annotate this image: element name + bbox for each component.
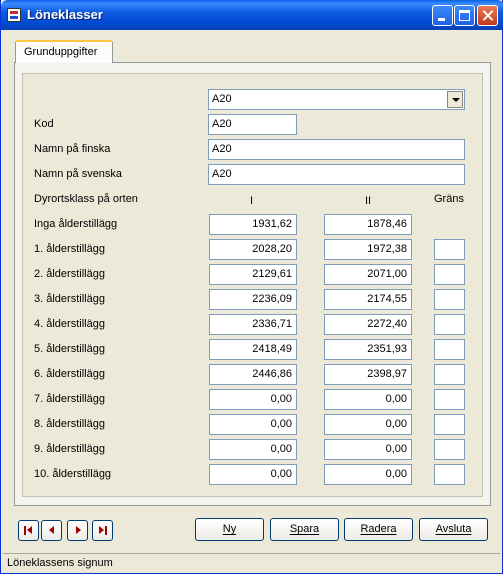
grans-input[interactable] — [434, 439, 465, 460]
class-i-input[interactable]: 1931,62 — [209, 214, 297, 235]
status-bar: Löneklassens signum — [3, 553, 500, 571]
class-selector[interactable]: A20 — [208, 89, 465, 110]
maximize-button[interactable] — [454, 5, 475, 26]
new-button-label: Ny — [222, 523, 237, 535]
column-grans-header: Gräns — [434, 193, 464, 205]
class-ii-input[interactable]: 2071,00 — [324, 264, 412, 285]
class-ii-input[interactable]: 0,00 — [324, 414, 412, 435]
class-ii-input[interactable]: 2351,93 — [324, 339, 412, 360]
minimize-button[interactable] — [432, 5, 453, 26]
grans-input[interactable] — [434, 239, 465, 260]
class-i-input[interactable]: 0,00 — [209, 414, 297, 435]
close-button[interactable] — [477, 5, 498, 26]
row-label: 6. ålderstillägg — [34, 368, 105, 380]
window-title: Löneklasser — [27, 7, 103, 22]
row-label: 10. ålderstillägg — [34, 468, 112, 480]
row-label: 4. ålderstillägg — [34, 318, 105, 330]
grans-input[interactable] — [434, 314, 465, 335]
class-ii-input[interactable]: 0,00 — [324, 464, 412, 485]
name-finnish-label: Namn på finska — [34, 143, 111, 155]
name-finnish-input[interactable]: A20 — [208, 139, 465, 160]
app-icon[interactable] — [7, 8, 21, 22]
class-ii-input[interactable]: 0,00 — [324, 389, 412, 410]
grid-header-label: Dyrortsklass på orten — [34, 193, 138, 205]
row-label: 2. ålderstillägg — [34, 268, 105, 280]
class-ii-input[interactable]: 1878,46 — [324, 214, 412, 235]
kod-label: Kod — [34, 118, 54, 130]
exit-button-label: Avsluta — [435, 523, 472, 535]
class-ii-input[interactable]: 2272,40 — [324, 314, 412, 335]
row-label: 1. ålderstillägg — [34, 243, 105, 255]
delete-button-label: Radera — [360, 523, 397, 535]
class-i-input[interactable]: 2336,71 — [209, 314, 297, 335]
grans-input[interactable] — [434, 339, 465, 360]
tab-label: Grunduppgifter — [24, 46, 98, 58]
row-label: 3. ålderstillägg — [34, 293, 105, 305]
last-record-button[interactable] — [92, 520, 113, 541]
class-i-input[interactable]: 0,00 — [209, 389, 297, 410]
status-text: Löneklassens signum — [7, 557, 113, 569]
class-ii-input[interactable]: 2398,97 — [324, 364, 412, 385]
class-ii-input[interactable]: 2174,55 — [324, 289, 412, 310]
row-label: 7. ålderstillägg — [34, 393, 105, 405]
delete-button[interactable]: Radera — [344, 518, 413, 541]
class-i-input[interactable]: 2028,20 — [209, 239, 297, 260]
name-swedish-input[interactable]: A20 — [208, 164, 465, 185]
class-selector-value: A20 — [212, 93, 232, 105]
class-i-input[interactable]: 0,00 — [209, 439, 297, 460]
class-i-input[interactable]: 2236,09 — [209, 289, 297, 310]
name-swedish-label: Namn på svenska — [34, 168, 123, 180]
grans-input[interactable] — [434, 464, 465, 485]
grans-input[interactable] — [434, 289, 465, 310]
exit-button[interactable]: Avsluta — [419, 518, 488, 541]
save-button-label: Spara — [289, 523, 320, 535]
column-ii-header: II — [365, 195, 372, 207]
previous-record-button[interactable] — [41, 520, 62, 541]
grans-input[interactable] — [434, 414, 465, 435]
tab-grunduppgifter[interactable]: Grunduppgifter — [15, 40, 113, 63]
class-i-input[interactable]: 2418,49 — [209, 339, 297, 360]
class-ii-input[interactable]: 1972,38 — [324, 239, 412, 260]
class-i-input[interactable]: 2129,61 — [209, 264, 297, 285]
chevron-down-icon[interactable] — [447, 91, 463, 108]
new-button[interactable]: Ny — [195, 518, 264, 541]
grans-input[interactable] — [434, 364, 465, 385]
first-record-button[interactable] — [18, 520, 39, 541]
row-label: Inga ålderstillägg — [34, 218, 118, 230]
class-i-input[interactable]: 0,00 — [209, 464, 297, 485]
class-ii-input[interactable]: 0,00 — [324, 439, 412, 460]
window: Löneklasser Grunduppgifter A20 Kod A20 N… — [0, 0, 503, 574]
title-bar[interactable]: Löneklasser — [1, 0, 503, 30]
grans-input[interactable] — [434, 389, 465, 410]
kod-input[interactable]: A20 — [208, 114, 297, 135]
column-i-header: I — [250, 195, 254, 207]
row-label: 5. ålderstillägg — [34, 343, 105, 355]
row-label: 9. ålderstillägg — [34, 443, 105, 455]
save-button[interactable]: Spara — [270, 518, 339, 541]
next-record-button[interactable] — [67, 520, 88, 541]
grans-input[interactable] — [434, 264, 465, 285]
class-i-input[interactable]: 2446,86 — [209, 364, 297, 385]
row-label: 8. ålderstillägg — [34, 418, 105, 430]
